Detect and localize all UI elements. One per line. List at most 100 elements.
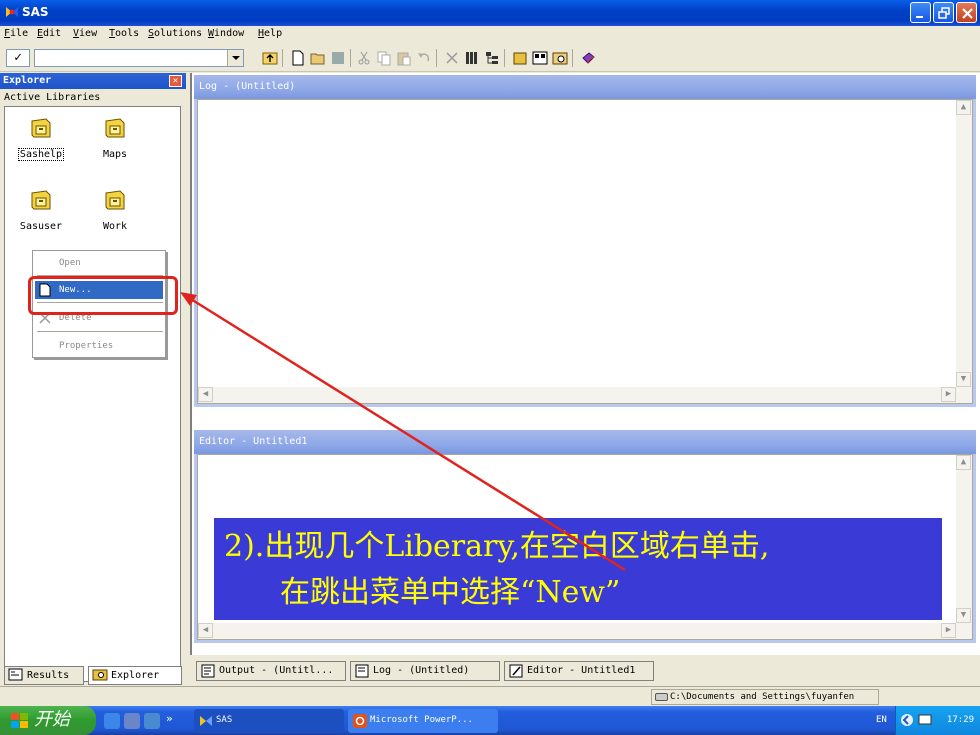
caption-line-1: 2).出现几个Liberary,在空白区域右单击, [224,529,770,564]
log-content[interactable]: ▲ ▼ ◀ ▶ [197,99,973,404]
scroll-left-icon[interactable]: ◀ [198,387,213,402]
log-vertical-scrollbar[interactable]: ▲ ▼ [956,100,972,387]
media-icon[interactable] [124,713,140,729]
paste-icon[interactable] [396,50,412,66]
tab-log-label: Log - (Untitled) [373,665,470,676]
save-icon[interactable] [330,50,346,66]
tab-output[interactable]: Output - (Untitl... [196,661,346,681]
window-title: SAS [22,5,49,19]
library-maps[interactable]: Maps [87,115,143,160]
explorer-icon[interactable] [532,50,548,66]
task-sas[interactable]: SAS [194,709,344,733]
submit-check-button[interactable]: ✓ [6,49,30,67]
tab-explorer[interactable]: Explorer [88,666,182,685]
scroll-down-icon[interactable]: ▼ [956,372,971,387]
open-icon[interactable] [310,50,326,66]
log-horizontal-scrollbar[interactable]: ◀ ▶ [198,387,972,403]
undo-icon[interactable] [416,50,432,66]
menu-tools[interactable]: Tools [109,28,139,39]
system-tray: EN 17:29 [876,706,980,735]
help-book-icon[interactable] [580,50,596,66]
tab-editor[interactable]: Editor - Untitled1 [504,661,654,681]
sas-app-icon[interactable] [4,4,20,20]
new-icon[interactable] [290,50,306,66]
menu-view[interactable]: View [73,28,97,39]
task-powerpoint[interactable]: Microsoft PowerP... [348,709,498,733]
details-icon[interactable] [464,50,480,66]
find-icon[interactable] [552,50,568,66]
tray-arrow-icon[interactable] [900,713,914,727]
tab-output-label: Output - (Untitl... [219,665,334,676]
libraries-icon[interactable] [512,50,528,66]
library-label: Maps [102,149,128,160]
tree-icon[interactable] [484,50,500,66]
menu-solutions[interactable]: Solutions [148,28,202,39]
quicklaunch-chevron[interactable]: » [166,712,173,725]
explorer-tab-icon [92,669,108,681]
command-dropdown-icon[interactable] [227,50,243,66]
scroll-right-icon[interactable]: ▶ [941,387,956,402]
clock: 17:29 [946,715,974,725]
library-work[interactable]: Work [87,187,143,232]
scroll-left-icon[interactable]: ◀ [198,623,213,638]
current-directory-label: C:\Documents and Settings\fuyanfen [670,692,855,702]
copy-icon[interactable] [376,50,392,66]
cut-icon[interactable] [356,50,372,66]
menu-item-properties[interactable]: Properties [35,337,163,355]
explorer-header: Explorer ✕ [0,73,186,89]
explorer-close-icon[interactable]: ✕ [169,75,182,87]
ie-icon[interactable] [104,713,120,729]
scroll-down-icon[interactable]: ▼ [956,608,971,623]
language-indicator[interactable]: EN [876,715,887,725]
delete-icon[interactable] [444,50,460,66]
menu-file[interactable]: File [4,28,28,39]
explorer-body[interactable]: Sashelp Maps Sasuser Work [4,106,181,682]
toolbar: ✓ [0,43,980,72]
close-button[interactable] [956,2,977,23]
library-sashelp[interactable]: Sashelp [13,115,69,161]
log-window: Log - (Untitled) ▲ ▼ ◀ ▶ [194,75,976,407]
library-drawer-icon [105,190,125,210]
editor-vertical-scrollbar[interactable]: ▲ ▼ [956,455,972,623]
start-button[interactable]: 开始 [0,706,96,735]
minimize-button[interactable] [910,2,931,23]
tab-log[interactable]: Log - (Untitled) [350,661,500,681]
sas-app-icon [200,716,212,726]
menu-help[interactable]: Help [258,28,282,39]
title-bar: SAS [0,0,980,26]
explorer-pane: Explorer ✕ Active Libraries Sashelp Maps… [0,73,186,686]
instruction-caption: 2).出现几个Liberary,在空白区域右单击, 在跳出菜单中选择“New” [214,518,942,620]
menu-window[interactable]: Window [208,28,244,39]
tab-explorer-label: Explorer [111,670,160,681]
menu-item-open[interactable]: Open [35,254,163,272]
editor-horizontal-scrollbar[interactable]: ◀ ▶ [198,623,972,639]
restore-button[interactable] [933,2,954,23]
log-icon [355,664,369,678]
current-directory[interactable]: C:\Documents and Settings\fuyanfen [651,689,879,705]
library-label: Sasuser [19,221,63,232]
tab-editor-label: Editor - Untitled1 [527,665,636,676]
library-drawer-icon [31,118,51,138]
explorer-tabs: Results Explorer [0,664,186,686]
tab-results[interactable]: Results [4,666,84,685]
task-sas-label: SAS [216,715,233,725]
scroll-right-icon[interactable]: ▶ [941,623,956,638]
highlight-box [28,276,178,315]
scroll-up-icon[interactable]: ▲ [956,100,971,115]
explorer-up-icon[interactable] [262,50,278,66]
taskbar: 开始 » SAS Microsoft PowerP... EN 17:29 [0,706,980,735]
drive-icon [655,693,668,701]
caption-line-2: 在跳出菜单中选择“New” [280,575,621,610]
command-box[interactable] [34,49,244,67]
explorer-title: Explorer [3,75,52,86]
network-icon[interactable] [918,714,932,726]
window-tabs: Output - (Untitl... Log - (Untitled) Edi… [186,655,980,685]
log-window-title: Log - (Untitled) [194,75,976,99]
menu-bar: File Edit View Tools Solutions Window He… [0,26,980,43]
menu-edit[interactable]: Edit [37,28,61,39]
library-sasuser[interactable]: Sasuser [13,187,69,232]
desktop-icon[interactable] [144,713,160,729]
scroll-up-icon[interactable]: ▲ [956,455,971,470]
editor-window-title: Editor - Untitled1 [194,430,976,454]
results-icon [8,668,23,681]
